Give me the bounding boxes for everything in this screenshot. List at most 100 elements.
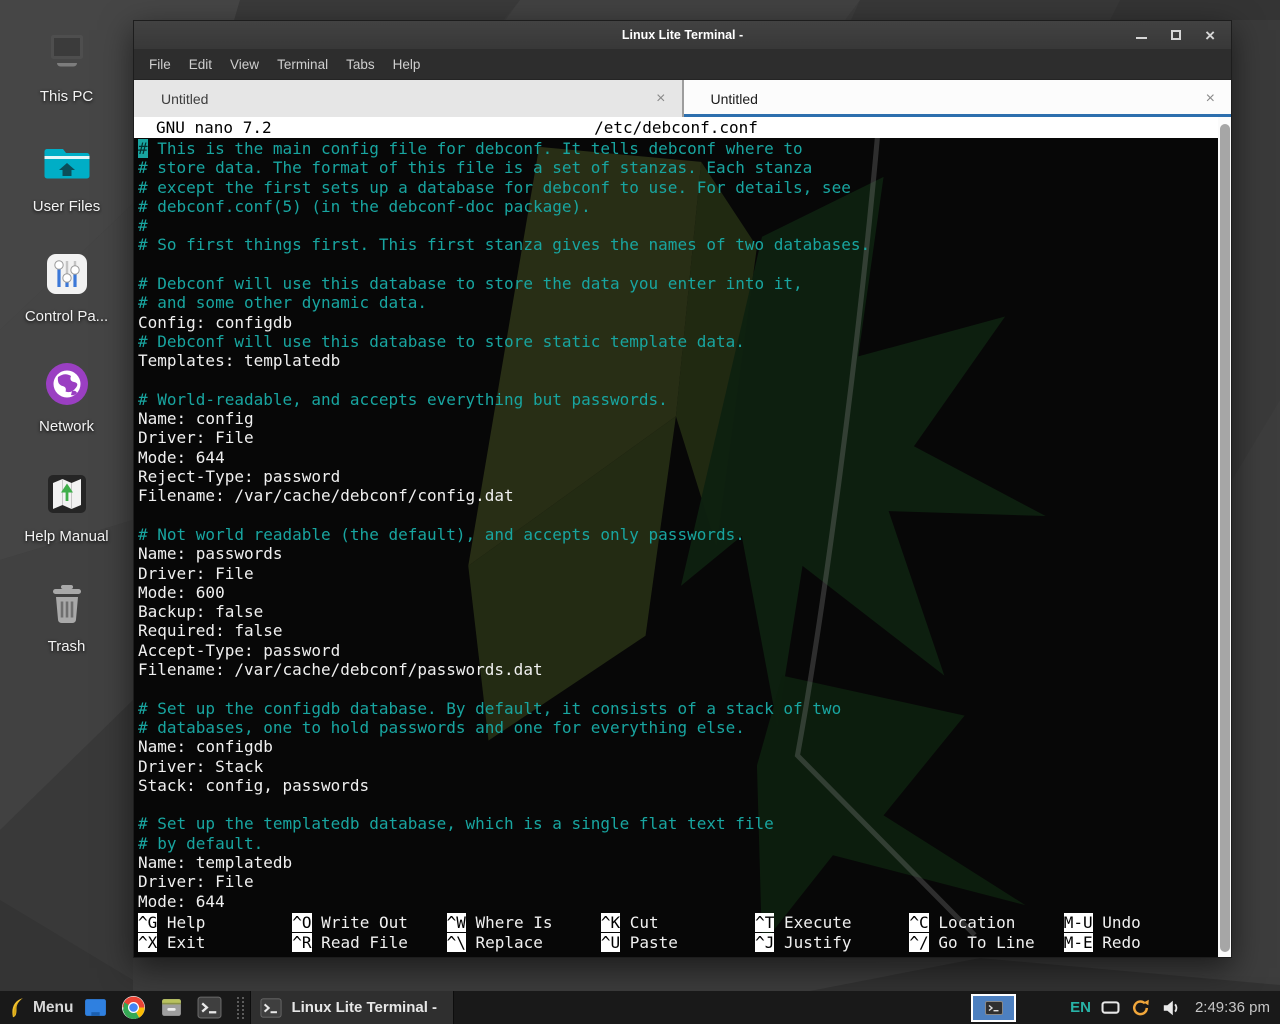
editor-line: # World-readable, and accepts everything… [138,390,1218,409]
editor-line: Backup: false [138,602,1218,621]
desktop-icon-label: This PC [0,88,133,105]
taskbar-window-button[interactable]: Linux Lite Terminal - [250,991,454,1024]
shortcut-key: ^K [601,913,620,932]
menu-tabs[interactable]: Tabs [337,57,384,72]
editor-line: Stack: config, passwords [138,776,1218,795]
tab-close-icon[interactable]: × [656,90,665,108]
clock[interactable]: 2:49:36 pm [1195,999,1270,1016]
menu-label: Menu [33,999,73,1017]
minimize-icon[interactable] [1136,31,1147,39]
menu-view[interactable]: View [221,57,268,72]
editor-line: # databases, one to hold passwords and o… [138,718,1218,737]
shortcut-go-to-line: ^/ Go To Line [909,933,1063,952]
shortcut-key: ^O [292,913,311,932]
editor-line: Name: templatedb [138,853,1218,872]
editor-line: # debconf.conf(5) (in the debconf-doc pa… [138,197,1218,216]
window-titlebar[interactable]: Linux Lite Terminal - × [134,21,1231,49]
terminal-area: GNU nano 7.2 /etc/debconf.conf # This is… [134,117,1231,957]
editor-line [138,795,1218,814]
editor-line: Driver: File [138,872,1218,891]
editor-line: # Set up the configdb database. By defau… [138,699,1218,718]
folder-home-icon [41,138,93,190]
scrollbar[interactable] [1218,117,1231,957]
shortcut-key: ^U [601,933,620,952]
desktop-icon-this-pc[interactable]: This PC [0,28,133,105]
shortcut-where-is: ^W Where Is [447,913,601,932]
scrollbar-thumb[interactable] [1220,124,1230,952]
desktop-icon-control-pa[interactable]: Control Pa... [0,248,133,325]
editor-content[interactable]: # This is the main config file for debco… [134,138,1218,913]
menu-bar: FileEditViewTerminalTabsHelp [134,49,1231,80]
editor-line: # store data. The format of this file is… [138,158,1218,177]
desktop-icon-user-files[interactable]: User Files [0,138,133,215]
shortcut-help: ^G Help [138,913,292,932]
editor-line: Filename: /var/cache/debconf/config.dat [138,486,1218,505]
editor-line: Accept-Type: password [138,641,1218,660]
control-panel-icon [41,248,93,300]
desktop-icon-help-manual[interactable]: Help Manual [0,468,133,545]
editor-line [138,255,1218,274]
volume-icon[interactable] [1161,999,1181,1017]
shortcut-key: M-U [1064,913,1093,932]
shortcut-replace: ^\ Replace [447,933,601,952]
shortcut-column: ^O Write Out^R Read File [292,913,446,952]
nano-filename: /etc/debconf.conf [134,118,1218,137]
shortcut-key: ^\ [447,933,466,952]
shortcut-paste: ^U Paste [601,933,755,952]
shortcut-column: ^K Cut^U Paste [601,913,755,952]
desktop-icon-label: Network [0,418,133,435]
workspace-switcher[interactable] [971,994,1016,1022]
help-manual-icon [41,468,93,520]
chrome-icon[interactable] [121,995,146,1020]
tab-label: Untitled [711,91,758,107]
menu-edit[interactable]: Edit [180,57,221,72]
shortcut-redo: M-E Redo [1064,933,1218,952]
start-menu-button[interactable]: Menu [0,991,83,1024]
shortcut-execute: ^T Execute [755,913,909,932]
shortcut-cut: ^K Cut [601,913,755,932]
shortcut-key: ^X [138,933,157,952]
menu-file[interactable]: File [140,57,180,72]
keyboard-icon[interactable] [1101,1000,1120,1015]
shortcut-key: ^W [447,913,466,932]
network-globe-icon [41,358,93,410]
keyboard-layout-label[interactable]: EN [1070,999,1091,1016]
terminal-launcher-icon[interactable] [197,995,222,1020]
shortcut-key: ^/ [909,933,928,952]
desktop-icon-label: Control Pa... [0,308,133,325]
editor-line: Driver: File [138,564,1218,583]
tab-2-active[interactable]: Untitled × [684,80,1232,117]
shortcut-column: ^T Execute^J Justify [755,913,909,952]
desktop-icon-trash[interactable]: Trash [0,578,133,655]
desktop-icon-label: Help Manual [0,528,133,545]
menu-terminal[interactable]: Terminal [268,57,337,72]
editor-line: # Not world readable (the default), and … [138,525,1218,544]
window-title: Linux Lite Terminal - [134,28,1231,42]
shortcut-column: ^W Where Is^\ Replace [447,913,601,952]
editor-line: # So first things first. This first stan… [138,235,1218,254]
editor-line: Config: configdb [138,313,1218,332]
close-icon[interactable]: × [1205,27,1215,44]
shortcut-key: ^R [292,933,311,952]
tab-label: Untitled [161,91,208,107]
maximize-icon[interactable] [1171,30,1181,40]
terminal-icon [260,997,282,1019]
editor-line [138,679,1218,698]
editor-line: # and some other dynamic data. [138,293,1218,312]
tab-bar: Untitled × Untitled × [134,80,1231,117]
tab-close-icon[interactable]: × [1206,90,1215,108]
tab-1[interactable]: Untitled × [134,80,684,117]
editor-line: Name: configdb [138,737,1218,756]
shortcut-column: ^G Help^X Exit [138,913,292,952]
editor-line: # Set up the templatedb database, which … [138,814,1218,833]
editor-line: Templates: templatedb [138,351,1218,370]
editor-line: Name: passwords [138,544,1218,563]
editor-line: Filename: /var/cache/debconf/passwords.d… [138,660,1218,679]
updates-icon[interactable] [1130,997,1151,1018]
file-manager-icon[interactable] [83,995,108,1020]
panel-grip[interactable] [237,997,244,1019]
desktop-icon-network[interactable]: Network [0,358,133,435]
shortcut-write-out: ^O Write Out [292,913,446,932]
file-cabinet-icon[interactable] [159,995,184,1020]
menu-help[interactable]: Help [384,57,430,72]
